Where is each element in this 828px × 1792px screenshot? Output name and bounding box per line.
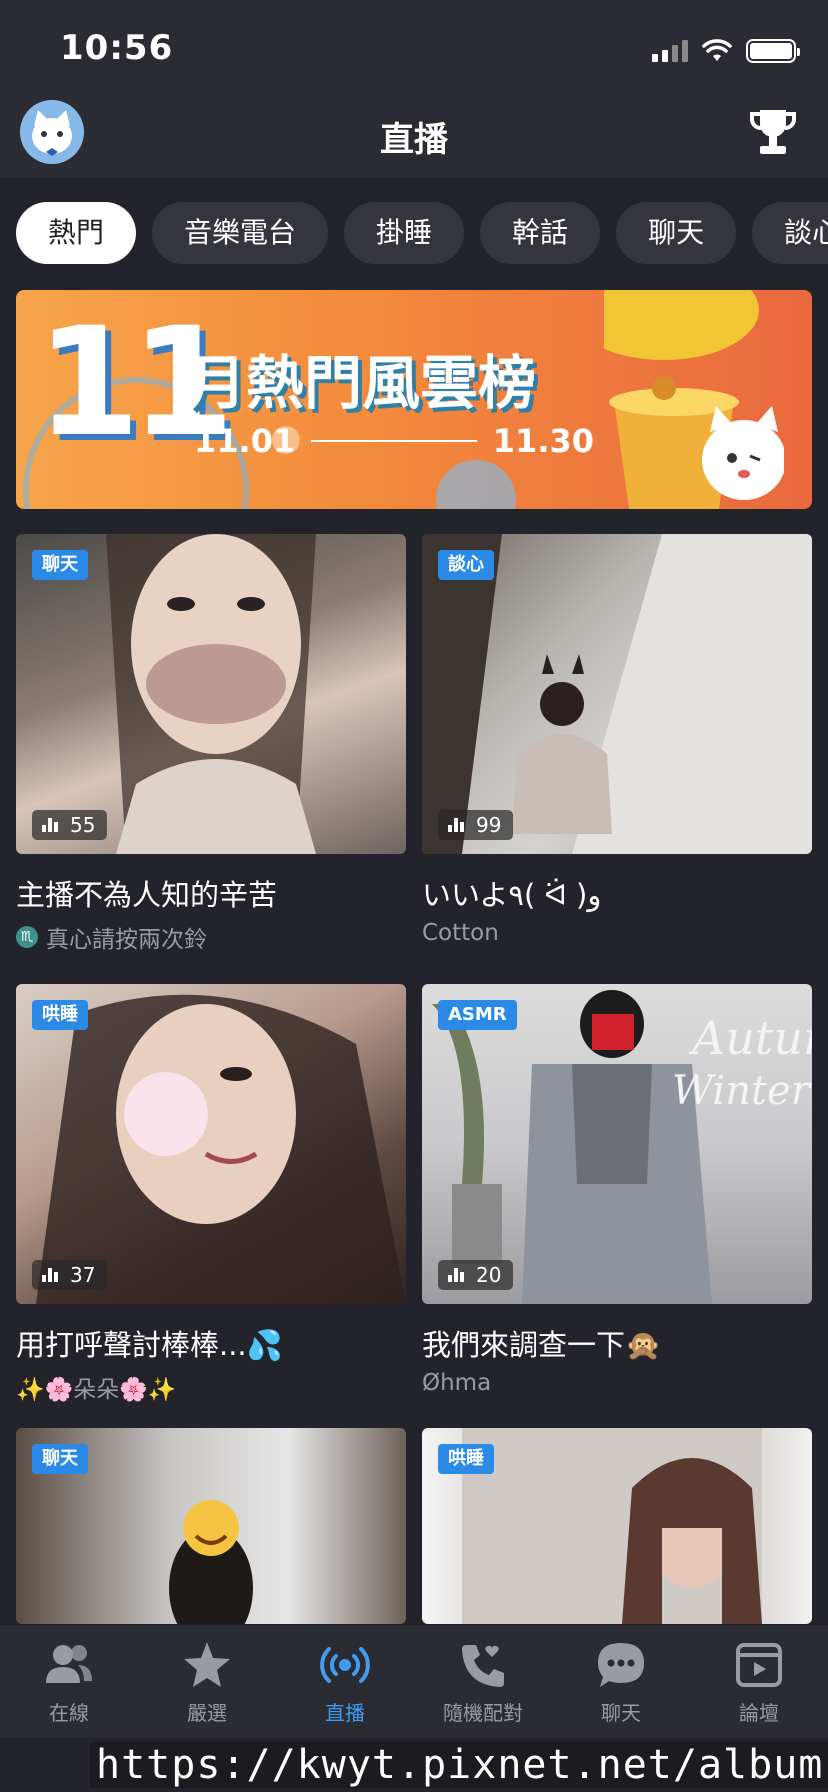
tab-sleep[interactable]: 掛睡 [344,202,465,264]
banner-dates: 11.01 11.30 [194,422,594,460]
svg-text:Winter: Winter [672,1068,812,1114]
bottom-nav: 在線 嚴選 直播 隨機配對 聊天 論壇 [0,1624,828,1738]
viewers-icon [42,818,58,832]
live-thumbnail: Autumn Winter ASMR 20 [422,984,812,1304]
live-thumbnail: 哄睡 [422,1428,812,1624]
live-title: 主播不為人知的辛苦 [16,878,278,912]
tab-heart-talk[interactable]: 談心 [752,202,828,264]
streamer-photo: Autumn Winter [432,990,812,1304]
streamer-photo [106,534,316,854]
battery-icon [746,39,800,63]
nav-label: 嚴選 [187,1701,227,1725]
header: 直播 [0,96,828,178]
signal-icon [652,40,688,62]
chat-bubble-icon [598,1643,644,1687]
people-icon [46,1645,92,1683]
promo-banner[interactable]: 11 月熱門風雲榜 11.01 11.30 [16,290,812,509]
nav-label: 在線 [49,1701,89,1725]
banner-bell-cat-illustration [604,290,784,509]
streamer-name-text: 真心請按兩次鈴 [46,927,207,953]
category-tag: 聊天 [32,550,88,580]
tab-chat[interactable]: 聊天 [616,202,737,264]
streamer-photo [422,534,812,854]
viewer-count-value: 20 [476,1263,502,1287]
wifi-icon [702,39,732,61]
live-card[interactable]: 哄睡 [422,1428,812,1624]
streamer-name: ✨🌸朵朵🌸✨ [16,1370,406,1404]
nav-random-match[interactable]: 隨機配對 [414,1625,552,1738]
live-thumbnail: 哄睡 37 [16,984,406,1304]
viewer-count: 37 [32,1260,108,1290]
streamer-name: ♏ 真心請按兩次鈴 [16,920,406,954]
nav-chat[interactable]: 聊天 [552,1625,690,1738]
nav-online[interactable]: 在線 [0,1625,138,1738]
live-thumbnail: 聊天 [16,1428,406,1624]
nav-label: 論壇 [739,1701,779,1725]
status-bar: 10:56 [0,0,828,96]
live-card[interactable]: Autumn Winter ASMR 20 我們來調查一下🙊 Øhma [422,984,812,1396]
status-time: 10:56 [60,28,174,68]
tab-hot[interactable]: 熱門 [16,202,137,264]
nav-forum[interactable]: 論壇 [690,1625,828,1738]
tab-banter[interactable]: 幹話 [480,202,601,264]
streamer-name-text: ✨🌸朵朵🌸✨ [16,1377,177,1403]
banner-end-date: 11.30 [492,422,594,460]
live-card[interactable]: 聊天 [16,1428,406,1624]
live-thumbnail: 聊天 55 [16,534,406,854]
watermark-url: https://kwyt.pixnet.net/album [90,1742,828,1788]
live-card[interactable]: 談心 99 いいよ٩( ᐛ )و Cotton [422,534,812,946]
svg-text:Autumn: Autumn [688,1011,812,1065]
streamer-name-text: Cotton [422,920,499,946]
viewer-count: 55 [32,810,108,840]
banner-title: 月熱門風雲榜 [188,349,537,417]
live-title: 用打呼聲討棒棒...💦 [16,1328,283,1362]
category-tag: 哄睡 [32,1000,88,1030]
star-icon [184,1642,230,1687]
phone-heart-icon [462,1645,504,1687]
viewers-icon [42,1268,58,1282]
trophy-icon[interactable] [748,106,798,158]
viewer-count: 20 [438,1260,514,1290]
nav-label: 隨機配對 [443,1701,523,1725]
nav-live[interactable]: 直播 [276,1625,414,1738]
streamer-name: Øhma [422,1370,812,1396]
viewer-count-value: 99 [476,813,502,837]
banner-date-line [311,440,477,442]
forum-play-icon [736,1643,782,1687]
viewers-icon [448,818,464,832]
live-card[interactable]: 哄睡 37 用打呼聲討棒棒...💦 ✨🌸朵朵🌸✨ [16,984,406,1404]
live-title: 我們來調查一下🙊 [422,1328,662,1362]
live-thumbnail: 談心 99 [422,534,812,854]
broadcast-icon [320,1647,370,1683]
viewers-icon [448,1268,464,1282]
category-tag: 哄睡 [438,1444,494,1474]
nav-featured[interactable]: 嚴選 [138,1625,276,1738]
live-card[interactable]: 聊天 55 主播不為人知的辛苦 ♏ 真心請按兩次鈴 [16,534,406,954]
streamer-photo [36,994,406,1304]
page-title: 直播 [380,120,448,160]
streamer-name-text: Øhma [422,1370,492,1396]
streamer-name: Cotton [422,920,812,946]
status-icons [652,36,800,66]
nav-label: 聊天 [601,1701,641,1725]
viewer-count-value: 37 [70,1263,96,1287]
category-tag: 談心 [438,550,494,580]
category-tag: ASMR [438,1000,517,1030]
live-title: いいよ٩( ᐛ )و [422,878,602,912]
banner-start-date: 11.01 [194,422,296,460]
category-tag: 聊天 [32,1444,88,1474]
tab-music-radio[interactable]: 音樂電台 [152,202,329,264]
viewer-count-value: 55 [70,813,96,837]
scorpio-icon: ♏ [16,926,38,948]
category-tabs: 熱門 音樂電台 掛睡 幹話 聊天 談心 [16,202,828,266]
nav-label: 直播 [325,1701,365,1725]
viewer-count: 99 [438,810,514,840]
